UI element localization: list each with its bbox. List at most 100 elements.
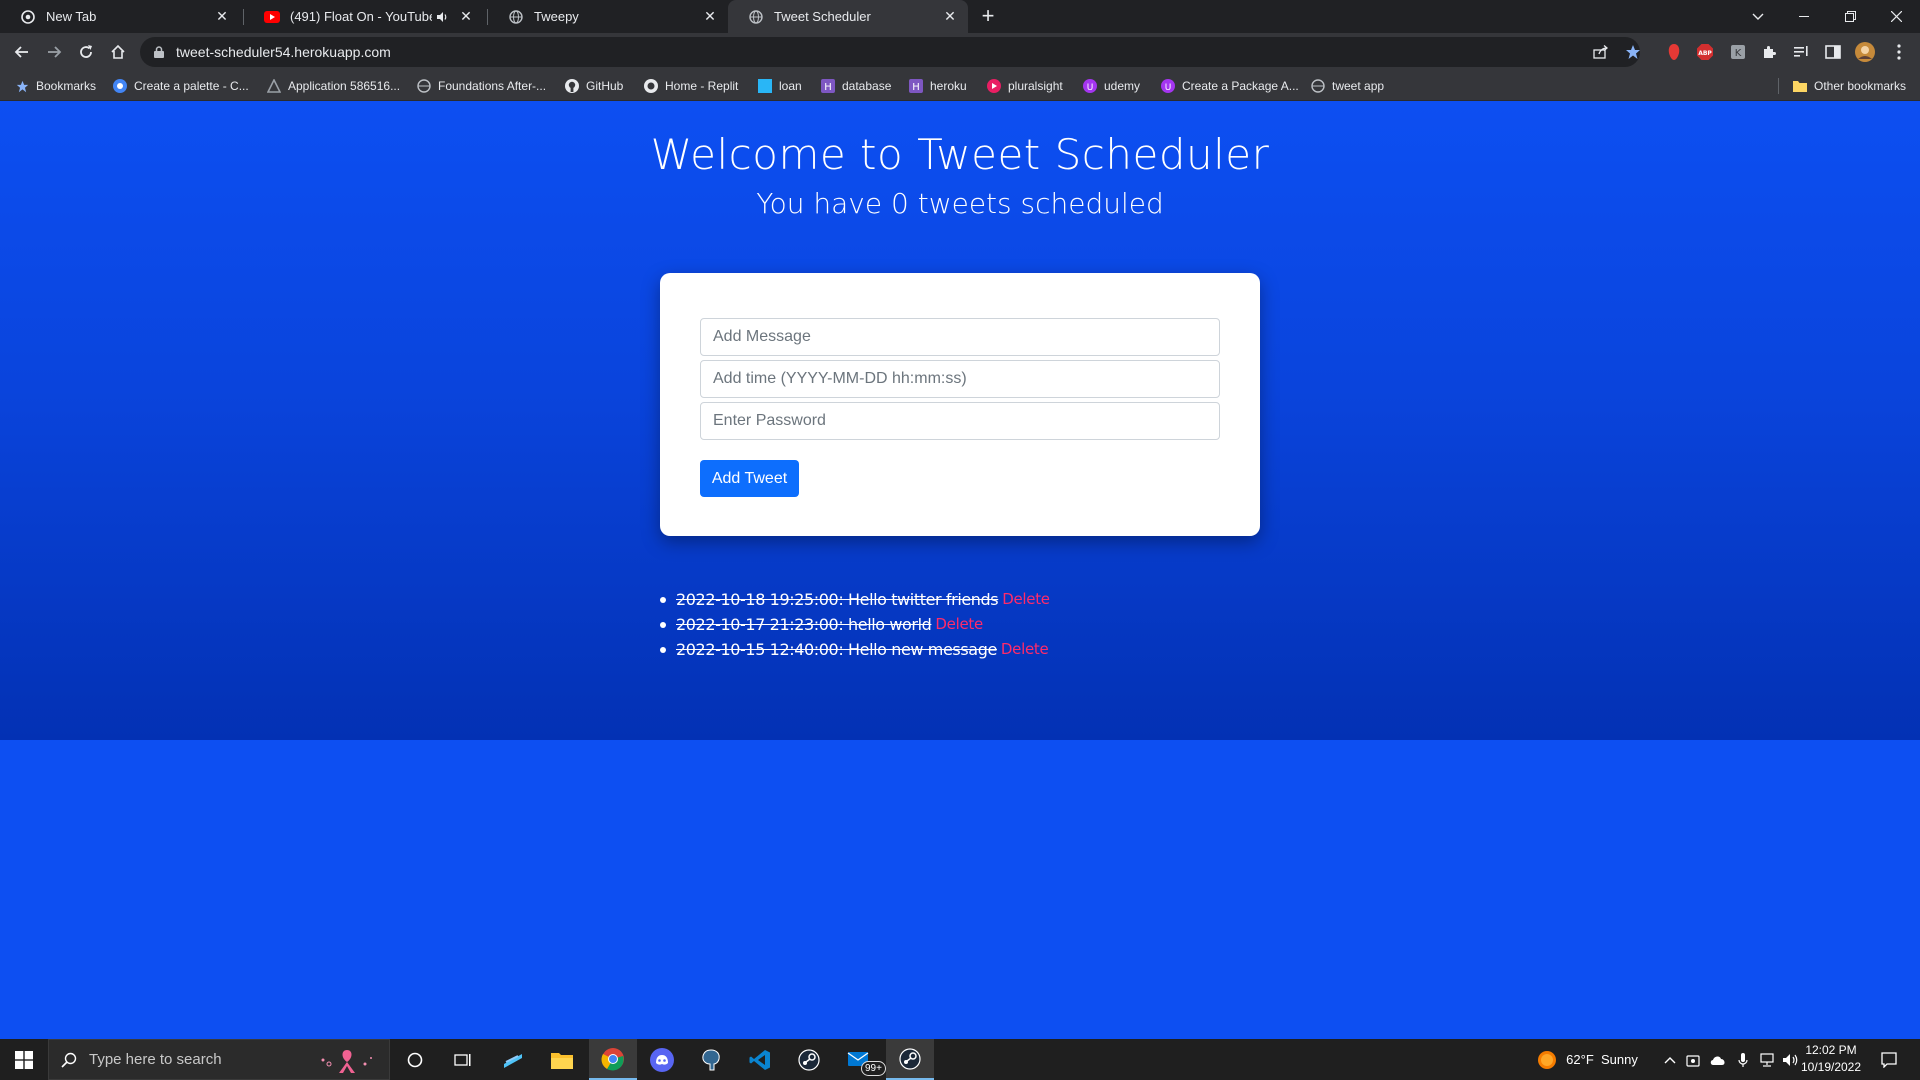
share-icon[interactable]	[1590, 41, 1612, 63]
weather-sun-icon[interactable]	[1535, 1039, 1559, 1080]
close-icon[interactable]: ✕	[700, 7, 720, 27]
bookmark-label: Create a palette - C...	[134, 79, 249, 93]
replit-icon	[643, 78, 659, 94]
puzzle-icon[interactable]	[1758, 41, 1780, 63]
other-bookmarks[interactable]: Other bookmarks	[1792, 76, 1906, 96]
message-input[interactable]	[700, 318, 1220, 356]
reload-icon[interactable]	[72, 38, 100, 66]
lock-icon[interactable]	[152, 45, 166, 59]
tab-strip: New Tab ✕ (491) Float On - YouTube ✕ Twe…	[0, 0, 1920, 33]
menu-dots-icon[interactable]	[1888, 41, 1910, 63]
task-view-icon[interactable]	[443, 1039, 483, 1080]
bookmark-label: Home - Replit	[665, 79, 739, 93]
chrome-icon	[20, 9, 36, 25]
bookmark-item[interactable]: Application 586516...	[266, 76, 400, 96]
globe-icon	[748, 9, 764, 25]
globe-icon	[508, 9, 524, 25]
time-input[interactable]	[700, 360, 1220, 398]
bullet-icon	[660, 622, 666, 628]
url-text: tweet-scheduler54.herokuapp.com	[176, 44, 391, 60]
bookmarks-bar: Bookmarks Create a palette - C... Applic…	[0, 71, 1920, 101]
bookmark-item[interactable]: Bookmarks	[14, 76, 96, 96]
volume-icon[interactable]	[1780, 1039, 1802, 1080]
tweet-text: 2022-10-18 19:25:00: Hello twitter frien…	[676, 590, 999, 609]
bookmark-item[interactable]: tweet app	[1310, 76, 1384, 96]
system-clock[interactable]: 12:02 PM 10/19/2022	[1800, 1042, 1862, 1076]
bookmark-item[interactable]: H database	[820, 76, 891, 96]
delete-link[interactable]: Delete	[935, 612, 983, 637]
speaker-icon[interactable]	[432, 7, 452, 27]
close-icon[interactable]: ✕	[212, 7, 232, 27]
back-icon[interactable]	[8, 38, 36, 66]
microphone-icon[interactable]	[1733, 1039, 1753, 1080]
weather-widget[interactable]: 62°F Sunny	[1562, 1039, 1642, 1080]
tab-search-icon[interactable]	[1735, 0, 1781, 33]
app-icon	[266, 78, 282, 94]
windows-start-icon[interactable]	[0, 1039, 48, 1080]
steam-app-icon[interactable]	[886, 1039, 934, 1080]
close-icon[interactable]: ✕	[456, 7, 476, 27]
bookmark-item[interactable]: U Create a Package A...	[1160, 76, 1299, 96]
tab-new-tab[interactable]: New Tab ✕	[0, 0, 240, 33]
bookmark-item[interactable]: GitHub	[564, 76, 623, 96]
home-icon[interactable]	[104, 38, 132, 66]
new-tab-button[interactable]: +	[976, 5, 1000, 29]
tab-tweepy[interactable]: Tweepy ✕	[488, 0, 728, 33]
folder-icon	[1792, 78, 1808, 94]
bookmark-item[interactable]: U udemy	[1082, 76, 1140, 96]
chrome-icon[interactable]	[589, 1039, 637, 1080]
steam-icon[interactable]	[787, 1039, 831, 1080]
close-window-icon[interactable]	[1873, 0, 1919, 33]
bookmark-label: Foundations After-...	[438, 79, 547, 93]
restore-icon[interactable]	[1827, 0, 1873, 33]
extension-red-icon[interactable]	[1663, 41, 1685, 63]
password-input[interactable]	[700, 402, 1220, 440]
tab-youtube[interactable]: (491) Float On - YouTube ✕	[244, 0, 484, 33]
scheduled-tweets-list: 2022-10-18 19:25:00: Hello twitter frien…	[660, 587, 1050, 662]
pink-ribbon-icon	[317, 1048, 377, 1074]
meet-now-icon[interactable]	[1683, 1039, 1703, 1080]
file-explorer-icon[interactable]	[540, 1039, 584, 1080]
address-bar[interactable]: tweet-scheduler54.herokuapp.com	[140, 37, 1640, 67]
app-icon[interactable]	[491, 1039, 535, 1080]
bookmark-item[interactable]: Foundations After-...	[416, 76, 546, 96]
bookmark-label: GitHub	[586, 79, 624, 93]
page-content: Welcome to Tweet Scheduler You have 0 tw…	[0, 101, 1920, 1039]
delete-link[interactable]: Delete	[1002, 587, 1050, 612]
bookmark-label: udemy	[1104, 79, 1141, 93]
profile-avatar-icon[interactable]	[1854, 41, 1876, 63]
side-panel-icon[interactable]	[1822, 41, 1844, 63]
extension-gray-icon[interactable]: K	[1727, 41, 1749, 63]
bookmark-item[interactable]: H heroku	[908, 76, 967, 96]
bookmark-item[interactable]: loan	[757, 76, 802, 96]
notification-icon[interactable]	[1872, 1039, 1906, 1080]
add-tweet-button[interactable]: Add Tweet	[700, 460, 799, 497]
reading-list-icon[interactable]	[1790, 41, 1812, 63]
bookmark-item[interactable]: Home - Replit	[643, 76, 738, 96]
mail-icon[interactable]: 99+	[836, 1039, 886, 1080]
network-icon[interactable]	[1756, 1039, 1778, 1080]
minimize-icon[interactable]	[1781, 0, 1827, 33]
palette-icon	[112, 78, 128, 94]
cortana-icon[interactable]	[395, 1039, 435, 1080]
bookmark-item[interactable]: Create a palette - C...	[112, 76, 249, 96]
bookmark-label: Create a Package A...	[1182, 79, 1299, 93]
bookmark-item[interactable]: pluralsight	[986, 76, 1063, 96]
postgresql-icon[interactable]	[689, 1039, 733, 1080]
bookmark-star-icon[interactable]	[1622, 41, 1644, 63]
delete-link[interactable]: Delete	[1001, 637, 1049, 662]
chevron-up-icon[interactable]	[1660, 1039, 1680, 1080]
vscode-icon[interactable]	[738, 1039, 782, 1080]
discord-icon[interactable]	[640, 1039, 684, 1080]
close-icon[interactable]: ✕	[940, 7, 960, 27]
bookmark-label: Bookmarks	[36, 79, 97, 93]
adblock-icon[interactable]: ABP	[1694, 41, 1716, 63]
forward-icon[interactable]	[40, 38, 68, 66]
heroku-icon: H	[908, 78, 924, 94]
svg-text:U: U	[1165, 83, 1172, 93]
taskbar-search[interactable]: Type here to search	[48, 1039, 390, 1080]
tab-tweet-scheduler[interactable]: Tweet Scheduler ✕	[728, 0, 968, 33]
onedrive-icon[interactable]	[1707, 1039, 1729, 1080]
bookmark-label: heroku	[930, 79, 967, 93]
list-item: 2022-10-15 12:40:00: Hello new message D…	[660, 637, 1050, 662]
